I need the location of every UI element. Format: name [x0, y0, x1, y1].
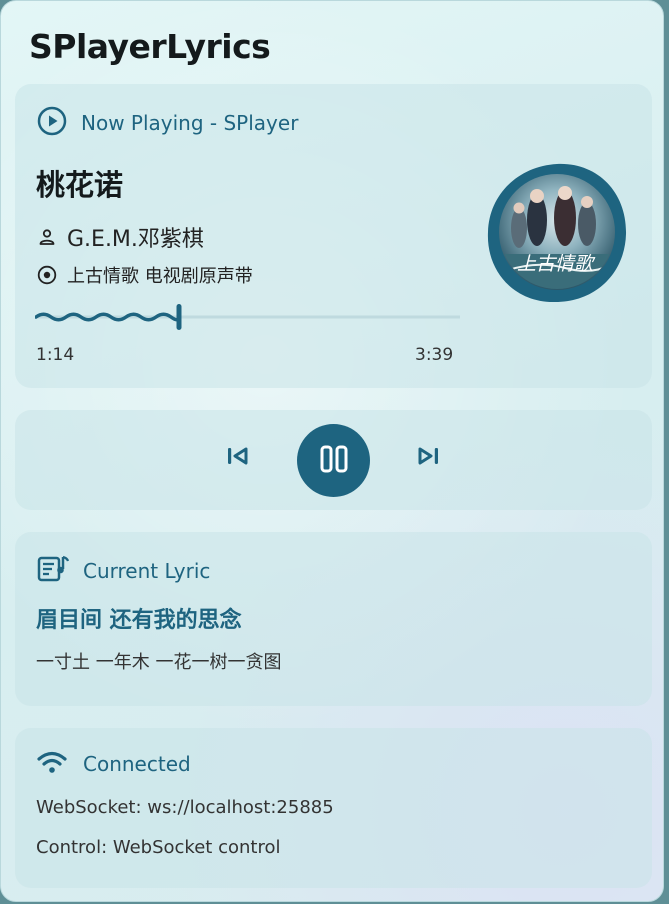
skip-next-icon	[415, 445, 441, 471]
now-playing-card: Now Playing - SPlayer 桃花诺 G.E.M.邓紫棋 上古情歌…	[15, 84, 652, 388]
progress-thumb[interactable]	[176, 304, 182, 330]
artist-name: G.E.M.邓紫棋	[67, 227, 204, 252]
app-window: SPlayerLyrics Now Playing - SPlayer 桃花诺 …	[0, 0, 664, 902]
next-button[interactable]	[413, 443, 443, 473]
cover-logo-text: 上古情歌	[517, 253, 596, 275]
lyric-header: Current Lyric	[37, 554, 210, 588]
now-playing-header: Now Playing - SPlayer	[37, 106, 298, 140]
websocket-url: WebSocket: ws://localhost:25885	[36, 797, 334, 818]
connection-card: Connected WebSocket: ws://localhost:2588…	[15, 728, 652, 888]
album-name: 上古情歌 电视剧原声带	[67, 266, 253, 287]
lyric-label: Current Lyric	[83, 559, 211, 583]
album-cover: 上古情歌	[485, 162, 629, 304]
now-playing-label: Now Playing - SPlayer	[81, 111, 299, 135]
connection-header: Connected	[37, 750, 191, 778]
app-title: SPlayerLyrics	[29, 27, 271, 66]
pause-icon	[319, 445, 349, 477]
playback-controls-card	[15, 410, 652, 510]
album-row: 上古情歌 电视剧原声带	[37, 262, 253, 288]
current-lyric-line: 眉目间 还有我的思念	[36, 608, 242, 633]
previous-button[interactable]	[223, 443, 253, 473]
wifi-icon	[37, 750, 67, 778]
control-mode: Control: WebSocket control	[36, 837, 281, 858]
artist-row: G.E.M.邓紫棋	[37, 221, 204, 253]
skip-previous-icon	[225, 445, 251, 471]
total-time: 3:39	[415, 345, 454, 365]
play-pause-button[interactable]	[297, 424, 370, 497]
song-title: 桃花诺	[36, 168, 124, 202]
album-disc-icon	[37, 265, 57, 285]
person-icon	[37, 227, 57, 247]
current-time: 1:14	[36, 345, 75, 365]
next-lyric-line: 一寸土 一年木 一花一树一贪图	[36, 652, 282, 673]
progress-slider[interactable]	[33, 302, 462, 332]
connection-status: Connected	[83, 752, 191, 776]
lyric-card: Current Lyric 眉目间 还有我的思念 一寸土 一年木 一花一树一贪图	[15, 532, 652, 706]
lyrics-icon	[37, 554, 70, 588]
play-circle-icon	[37, 106, 67, 140]
